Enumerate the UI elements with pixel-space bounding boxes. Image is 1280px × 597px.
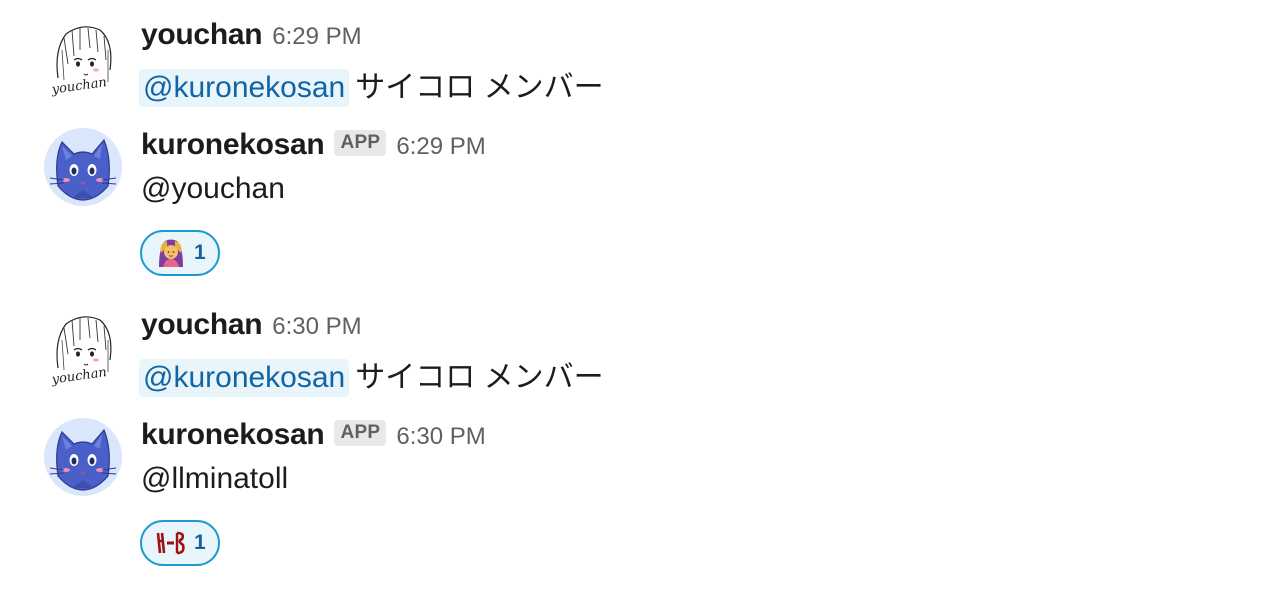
message-text: @youchan — [141, 172, 285, 205]
timestamp[interactable]: 6:29 PM — [396, 133, 485, 161]
blue-cat-icon — [44, 128, 122, 206]
custom-red-text-emoji-icon — [154, 526, 188, 560]
kuronekosan-avatar[interactable] — [44, 418, 122, 496]
timestamp[interactable]: 6:30 PM — [272, 313, 361, 341]
message-text: @llminatoll — [141, 462, 289, 495]
reaction-pill[interactable]: 1 — [140, 230, 220, 276]
message-body: @youchan — [141, 172, 285, 206]
message-header: youchan 6:30 PM — [141, 308, 362, 348]
user-mention[interactable]: @kuronekosan — [139, 69, 350, 107]
username[interactable]: kuronekosan — [141, 418, 325, 452]
app-badge: APP — [334, 420, 387, 446]
youchan-avatar[interactable]: youchan — [44, 310, 122, 388]
message-body: @kuronekosan サイコロ メンバー — [139, 62, 604, 107]
sketch-face-icon: youchan — [44, 310, 122, 388]
sketch-face-icon: youchan — [44, 20, 122, 98]
person-gesturing-ok-icon — [154, 236, 188, 270]
message-header: youchan 6:29 PM — [141, 18, 362, 58]
message-header: kuronekosan APP 6:30 PM — [141, 418, 486, 458]
reaction-count: 1 — [194, 241, 206, 264]
message-text: サイコロ メンバー — [355, 361, 604, 394]
youchan-avatar[interactable]: youchan — [44, 20, 122, 98]
username[interactable]: kuronekosan — [141, 128, 325, 162]
user-mention[interactable]: @kuronekosan — [139, 359, 350, 397]
message-header: kuronekosan APP 6:29 PM — [141, 128, 486, 168]
username[interactable]: youchan — [141, 18, 263, 52]
timestamp[interactable]: 6:30 PM — [396, 423, 485, 451]
username[interactable]: youchan — [141, 308, 263, 342]
message-text: サイコロ メンバー — [355, 71, 604, 104]
reaction-pill[interactable]: 1 — [140, 520, 220, 566]
message-body: @kuronekosan サイコロ メンバー — [139, 352, 604, 397]
message-body: @llminatoll — [141, 462, 288, 496]
app-badge: APP — [334, 130, 387, 156]
blue-cat-icon — [44, 418, 122, 496]
timestamp[interactable]: 6:29 PM — [272, 23, 361, 51]
reaction-count: 1 — [194, 531, 206, 554]
kuronekosan-avatar[interactable] — [44, 128, 122, 206]
